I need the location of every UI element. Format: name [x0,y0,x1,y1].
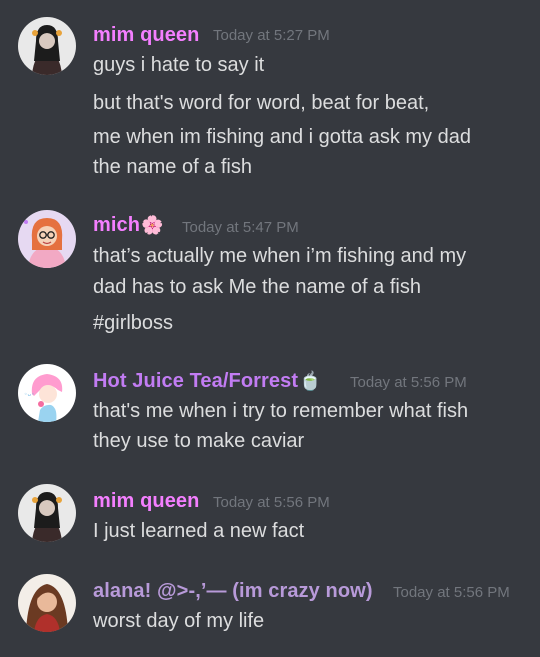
message-text: #girlboss [93,312,174,334]
message-text: dad has to ask Me the name of a fish [93,276,421,298]
avatar[interactable] [18,484,76,542]
avatar[interactable]: ◦ᴗ◦ [18,364,76,422]
tea-emoji-icon: 🍵 [299,371,322,391]
cherry-blossom-emoji-icon: 🌸 [141,215,164,235]
message-timestamp: Today at 5:56 PM [350,374,467,391]
message-text: guys i hate to say it [93,54,265,76]
message-text: I just learned a new fact [93,520,305,542]
message-text: me when im fishing and i gotta ask my da… [93,126,471,148]
message-timestamp: Today at 5:27 PM [213,27,330,44]
message-text: the name of a fish [93,156,252,178]
author-name[interactable]: mim queen [93,490,199,513]
author-name[interactable]: mich🌸 [93,214,164,237]
avatar[interactable] [18,17,76,75]
author-name[interactable]: mim queen [93,24,199,47]
message-text: that's me when i try to remember what fi… [93,400,469,422]
avatar[interactable] [18,574,76,632]
message-text: worst day of my life [93,610,265,632]
svg-text:◦ᴗ◦: ◦ᴗ◦ [24,391,35,398]
author-name[interactable]: Hot Juice Tea/Forrest🍵 [93,370,322,393]
message-text: but that's word for word, beat for beat, [93,92,430,114]
author-name-text: Hot Juice Tea/Forrest [93,370,299,392]
message-timestamp: Today at 5:47 PM [182,219,299,236]
message-timestamp: Today at 5:56 PM [393,584,510,601]
message-text: that’s actually me when i’m fishing and … [93,245,467,267]
author-name[interactable]: alana! @>-,’— (im crazy now) [93,580,373,603]
message-timestamp: Today at 5:56 PM [213,494,330,511]
message-text: they use to make caviar [93,430,305,452]
avatar[interactable] [18,210,76,268]
author-name-text: mich [93,214,141,236]
